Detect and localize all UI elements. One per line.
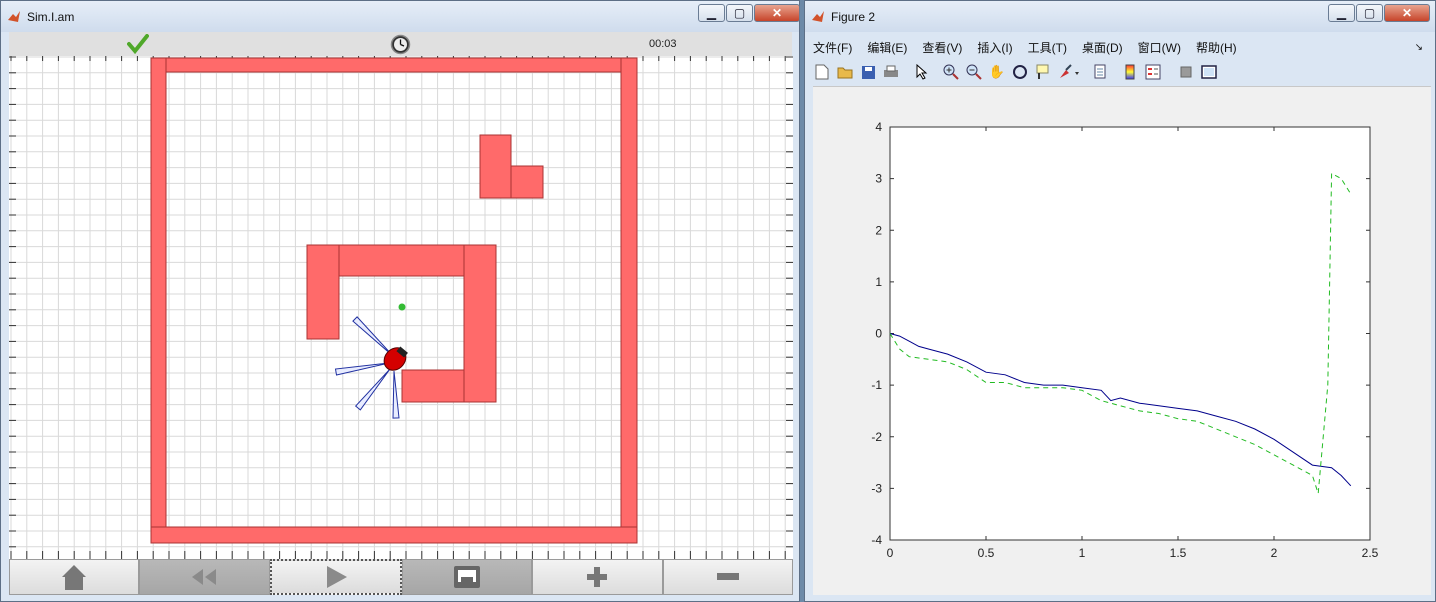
y-tick-label: -3 xyxy=(871,481,882,495)
menu-dock-arrow-icon[interactable]: ↘ xyxy=(1415,42,1423,53)
y-tick-label: 2 xyxy=(875,223,882,237)
wall-6 xyxy=(306,244,340,340)
figure-window-title: Figure 2 xyxy=(831,10,876,24)
home-button[interactable] xyxy=(9,559,140,595)
plot-area xyxy=(890,127,1370,540)
figure-window: Figure 2 ▁ ▢ ✕ 文件(F) 编辑(E) 查看(V) 插入(I) 工… xyxy=(804,0,1436,602)
save-icon[interactable] xyxy=(859,63,877,81)
sim-window-title: Sim.I.am xyxy=(27,10,75,24)
print-icon[interactable] xyxy=(882,63,900,81)
zoom-in-icon[interactable] xyxy=(942,63,960,81)
robot xyxy=(334,316,408,419)
ir-sensor-3 xyxy=(392,370,400,419)
pan-icon[interactable]: ✋ xyxy=(988,63,1006,81)
y-tick-label: 3 xyxy=(875,172,882,186)
menu-help[interactable]: 帮助(H) xyxy=(1196,39,1237,56)
y-tick-label: 1 xyxy=(875,275,882,289)
menu-insert[interactable]: 插入(I) xyxy=(977,39,1012,56)
goal-marker xyxy=(398,303,406,311)
ir-sensor-2 xyxy=(354,368,391,411)
x-tick-label: 1.5 xyxy=(1170,546,1187,560)
rewind-icon xyxy=(192,569,217,585)
sim-canvas[interactable] xyxy=(9,56,793,559)
figure-window-controls: ▁ ▢ ✕ xyxy=(1327,4,1430,24)
wall-1 xyxy=(150,57,167,544)
y-tick-label: 0 xyxy=(875,327,882,341)
y-tick-label: -2 xyxy=(871,430,882,444)
link-icon[interactable] xyxy=(1092,63,1110,81)
x-tick-label: 0.5 xyxy=(978,546,995,560)
brush-icon[interactable] xyxy=(1057,63,1081,81)
home-icon xyxy=(62,565,87,590)
maximize-icon[interactable]: ▢ xyxy=(1356,4,1383,22)
play-icon xyxy=(326,566,347,588)
menu-window[interactable]: 窗口(W) xyxy=(1138,39,1181,56)
x-tick-label: 2.5 xyxy=(1362,546,1379,560)
x-tick-label: 1 xyxy=(1079,546,1086,560)
wall-9 xyxy=(401,369,465,403)
colorbar-icon[interactable] xyxy=(1121,63,1139,81)
wall-7 xyxy=(338,244,465,277)
network-button[interactable] xyxy=(401,559,533,595)
maximize-icon[interactable]: ▢ xyxy=(726,4,753,22)
line-chart: 0 0.5 1 1.5 2 2.5 4 3 2 1 0 -1 -2 -3 -4 xyxy=(871,120,1379,560)
sim-titlebar: Sim.I.am ▁ ▢ ✕ xyxy=(1,1,800,32)
sim-window-controls: ▁ ▢ ✕ xyxy=(697,4,800,24)
y-tick-label: 4 xyxy=(875,120,882,134)
figure-titlebar: Figure 2 ▁ ▢ ✕ xyxy=(805,1,1435,32)
close-icon[interactable]: ✕ xyxy=(754,4,800,22)
legend-icon[interactable] xyxy=(1144,63,1162,81)
sim-toolbar xyxy=(9,559,793,595)
menu-edit[interactable]: 编辑(E) xyxy=(867,39,907,56)
wall-3 xyxy=(150,526,638,544)
menu-desktop[interactable]: 桌面(D) xyxy=(1082,39,1123,56)
menu-tools[interactable]: 工具(T) xyxy=(1028,39,1067,56)
zoom-out-button[interactable] xyxy=(662,559,793,595)
figure-body: 0 0.5 1 1.5 2 2.5 4 3 2 1 0 -1 -2 -3 -4 xyxy=(813,86,1431,595)
close-icon[interactable]: ✕ xyxy=(1384,4,1430,22)
x-tick-label: 2 xyxy=(1271,546,1278,560)
wall-5 xyxy=(510,165,544,199)
wall-4 xyxy=(479,134,512,199)
figure-menubar: 文件(F) 编辑(E) 查看(V) 插入(I) 工具(T) 桌面(D) 窗口(W… xyxy=(813,37,1423,58)
rotate-icon[interactable] xyxy=(1011,63,1029,81)
datacursor-icon[interactable] xyxy=(1034,63,1052,81)
wall-2 xyxy=(620,57,638,544)
open-icon[interactable] xyxy=(836,63,854,81)
menu-file[interactable]: 文件(F) xyxy=(813,39,852,56)
play-button[interactable] xyxy=(269,559,402,595)
minus-icon xyxy=(716,573,739,580)
rewind-button[interactable] xyxy=(139,559,270,595)
x-tick-label: 0 xyxy=(887,546,894,560)
network-icon xyxy=(454,566,481,588)
sim-status-bar: 00:03 xyxy=(9,32,792,57)
figure-toolbar: ✋ xyxy=(813,59,1223,85)
show-plottools-icon[interactable] xyxy=(1200,63,1218,81)
world-view xyxy=(9,56,793,559)
hide-plottools-icon[interactable] xyxy=(1177,63,1195,81)
clock-icon xyxy=(390,34,411,55)
timer-label: 00:03 xyxy=(649,38,677,50)
zoom-in-button[interactable] xyxy=(532,559,663,595)
matlab-logo-icon xyxy=(812,11,824,22)
menu-view[interactable]: 查看(V) xyxy=(922,39,962,56)
matlab-logo-icon xyxy=(8,11,20,22)
sim-window: Sim.I.am ▁ ▢ ✕ 00:03 xyxy=(0,0,800,602)
new-icon[interactable] xyxy=(813,63,831,81)
y-tick-label: -1 xyxy=(871,378,882,392)
minimize-icon[interactable]: ▁ xyxy=(1328,4,1355,22)
plus-icon xyxy=(587,567,608,587)
y-tick-label: -4 xyxy=(871,533,882,547)
wall-8 xyxy=(463,244,497,403)
zoom-out-icon[interactable] xyxy=(965,63,983,81)
minimize-icon[interactable]: ▁ xyxy=(698,4,725,22)
wall-0 xyxy=(150,57,638,73)
pointer-icon[interactable] xyxy=(913,63,931,81)
check-icon xyxy=(127,34,149,54)
